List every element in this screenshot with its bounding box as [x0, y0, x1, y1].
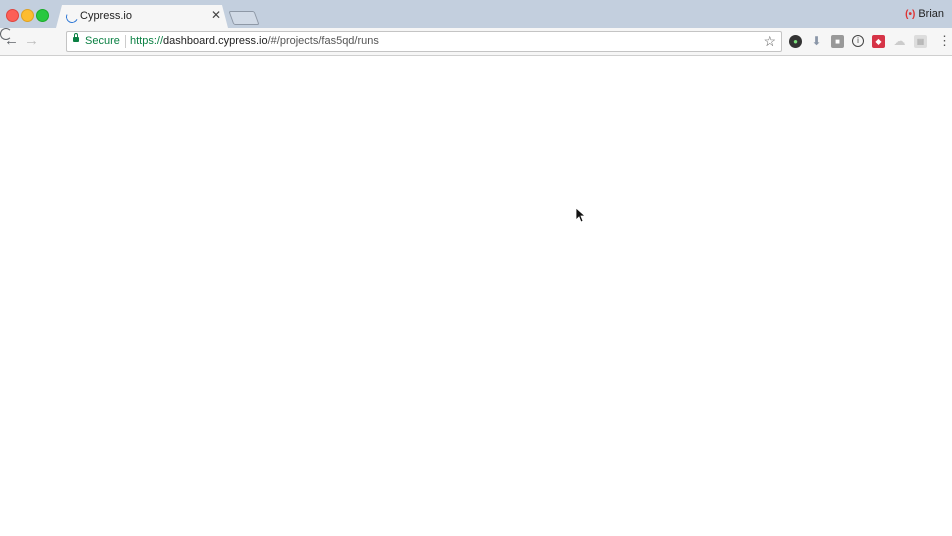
browser-toolbar: ← → Secure https://dashboard.cypress.io/…: [0, 28, 952, 56]
browser-tab-active[interactable]: Cypress.io ✕: [56, 5, 228, 28]
tab-close-icon[interactable]: ✕: [211, 9, 221, 21]
url-path: /#/projects/fas5qd/runs: [267, 35, 379, 47]
bookmark-star-icon[interactable]: ☆: [763, 33, 776, 50]
url-scheme: https://: [130, 35, 164, 47]
new-tab-button[interactable]: [228, 11, 260, 25]
page-viewport: [0, 56, 952, 536]
ext-grid-icon[interactable]: ▦: [914, 35, 927, 48]
ext-download-icon[interactable]: ⬇: [810, 35, 823, 48]
ext-square-icon[interactable]: ■: [831, 35, 844, 48]
window-titlebar: Cypress.io ✕ (•) Brian: [0, 0, 952, 28]
window-minimize-button[interactable]: [21, 9, 34, 22]
tab-title: Cypress.io: [80, 10, 132, 22]
window-maximize-button[interactable]: [36, 9, 49, 22]
lock-icon: [73, 33, 79, 42]
url-text[interactable]: https://dashboard.cypress.io/#/projects/…: [130, 35, 379, 47]
browser-menu-icon[interactable]: ⋮: [938, 34, 951, 47]
back-button[interactable]: ←: [4, 32, 19, 50]
profile-name: Brian: [918, 8, 944, 20]
mouse-cursor-icon: [576, 208, 586, 223]
profile-button[interactable]: (•) Brian: [905, 8, 944, 20]
window-close-button[interactable]: [6, 9, 19, 22]
ext-green-circle-icon[interactable]: ●: [789, 35, 802, 48]
cypress-logo-icon: (•): [905, 9, 916, 20]
security-label[interactable]: Secure: [85, 35, 120, 47]
forward-button[interactable]: →: [24, 32, 39, 50]
address-bar[interactable]: Secure https://dashboard.cypress.io/#/pr…: [66, 31, 782, 52]
loading-spinner-icon: [64, 9, 80, 25]
ext-red-badge-icon[interactable]: ◆: [872, 35, 885, 48]
ext-info-icon[interactable]: i: [852, 35, 864, 47]
omnibox-divider: [125, 35, 126, 48]
url-host: dashboard.cypress.io: [163, 35, 268, 47]
ext-cloud-icon[interactable]: ☁: [893, 35, 906, 48]
